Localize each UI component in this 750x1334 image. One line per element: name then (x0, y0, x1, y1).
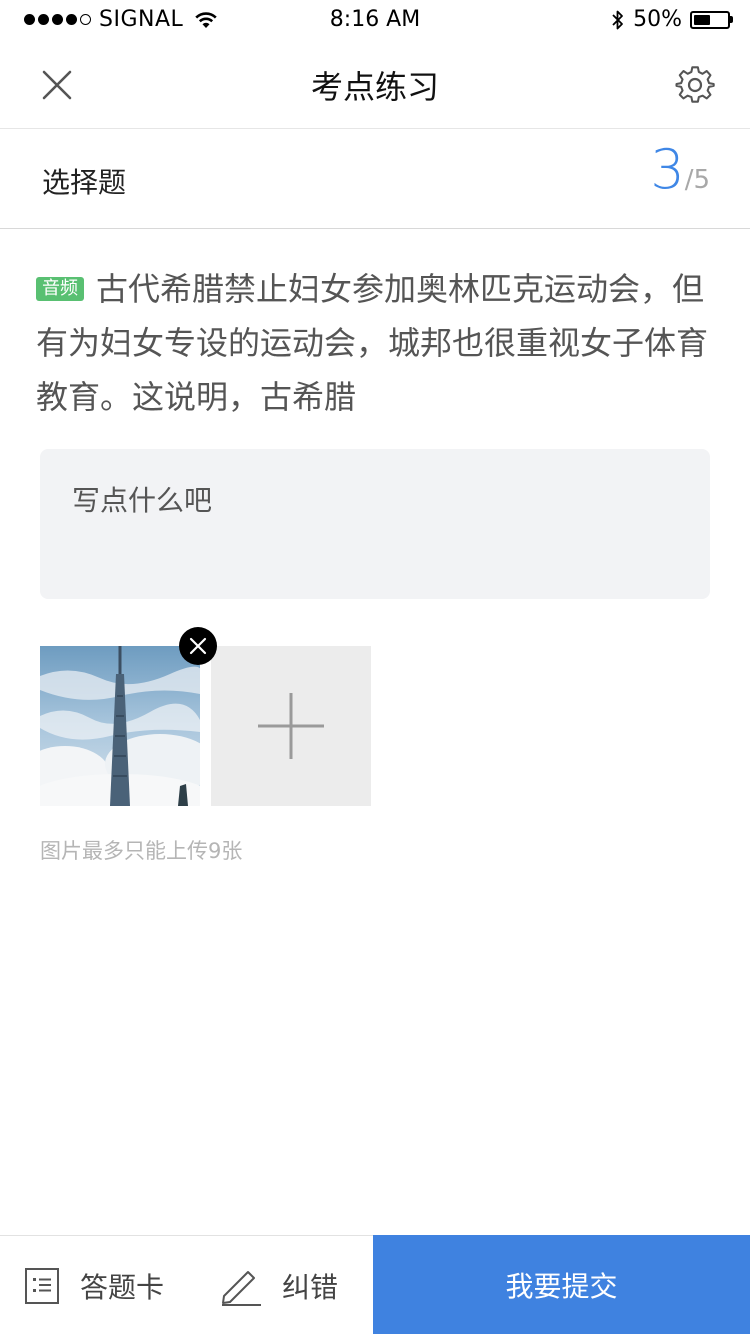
close-icon (189, 637, 207, 655)
status-right: 50% (611, 7, 736, 32)
question-text: 古代希腊禁止妇女参加奥林匹克运动会，但有为妇女专设的运动会，城邦也很重视女子体育… (36, 270, 709, 416)
question-text-block: 音频 古代希腊禁止妇女参加奥林匹克运动会，但有为妇女专设的运动会，城邦也很重视女子… (36, 262, 716, 424)
add-image-button[interactable] (211, 646, 371, 806)
question-progress: 3 /5 (650, 143, 710, 197)
audio-tag: 音频 (36, 277, 84, 301)
total-questions: /5 (684, 165, 710, 195)
screen: SIGNAL 8:16 AM 50% 考点练习 选择题 3 /5 音频 古代希腊… (0, 0, 750, 1334)
answer-input[interactable] (40, 449, 710, 599)
submit-button[interactable]: 我要提交 (373, 1235, 750, 1334)
question-type-label: 选择题 (42, 166, 127, 199)
current-question-number: 3 (650, 138, 685, 201)
battery-tip (730, 16, 733, 23)
settings-button[interactable] (670, 60, 720, 110)
status-bar: SIGNAL 8:16 AM 50% (0, 0, 750, 40)
battery-percent: 50% (633, 7, 682, 32)
battery-icon (690, 10, 736, 30)
battery-fill (694, 14, 710, 25)
upload-limit-hint: 图片最多只能上传9张 (40, 839, 243, 863)
battery-body (690, 10, 730, 29)
nav-bar: 考点练习 (0, 40, 750, 129)
correction-button[interactable]: 纠错 (220, 1236, 338, 1334)
remove-image-button[interactable] (179, 627, 217, 665)
answer-card-icon (25, 1267, 59, 1304)
question-header: 选择题 3 /5 (0, 129, 750, 229)
answer-card-button[interactable]: 答题卡 (24, 1236, 164, 1334)
plus-icon (258, 693, 324, 759)
gear-icon (675, 66, 715, 103)
bluetooth-icon (612, 10, 623, 29)
correction-label: 纠错 (282, 1270, 339, 1304)
tower-photo (40, 646, 200, 806)
answer-card-label: 答题卡 (80, 1270, 165, 1304)
uploaded-image-thumbnail[interactable] (40, 646, 200, 806)
pencil-icon (222, 1270, 261, 1306)
bottom-bar: 答题卡 纠错 我要提交 (0, 1235, 750, 1334)
page-title: 考点练习 (310, 68, 439, 106)
